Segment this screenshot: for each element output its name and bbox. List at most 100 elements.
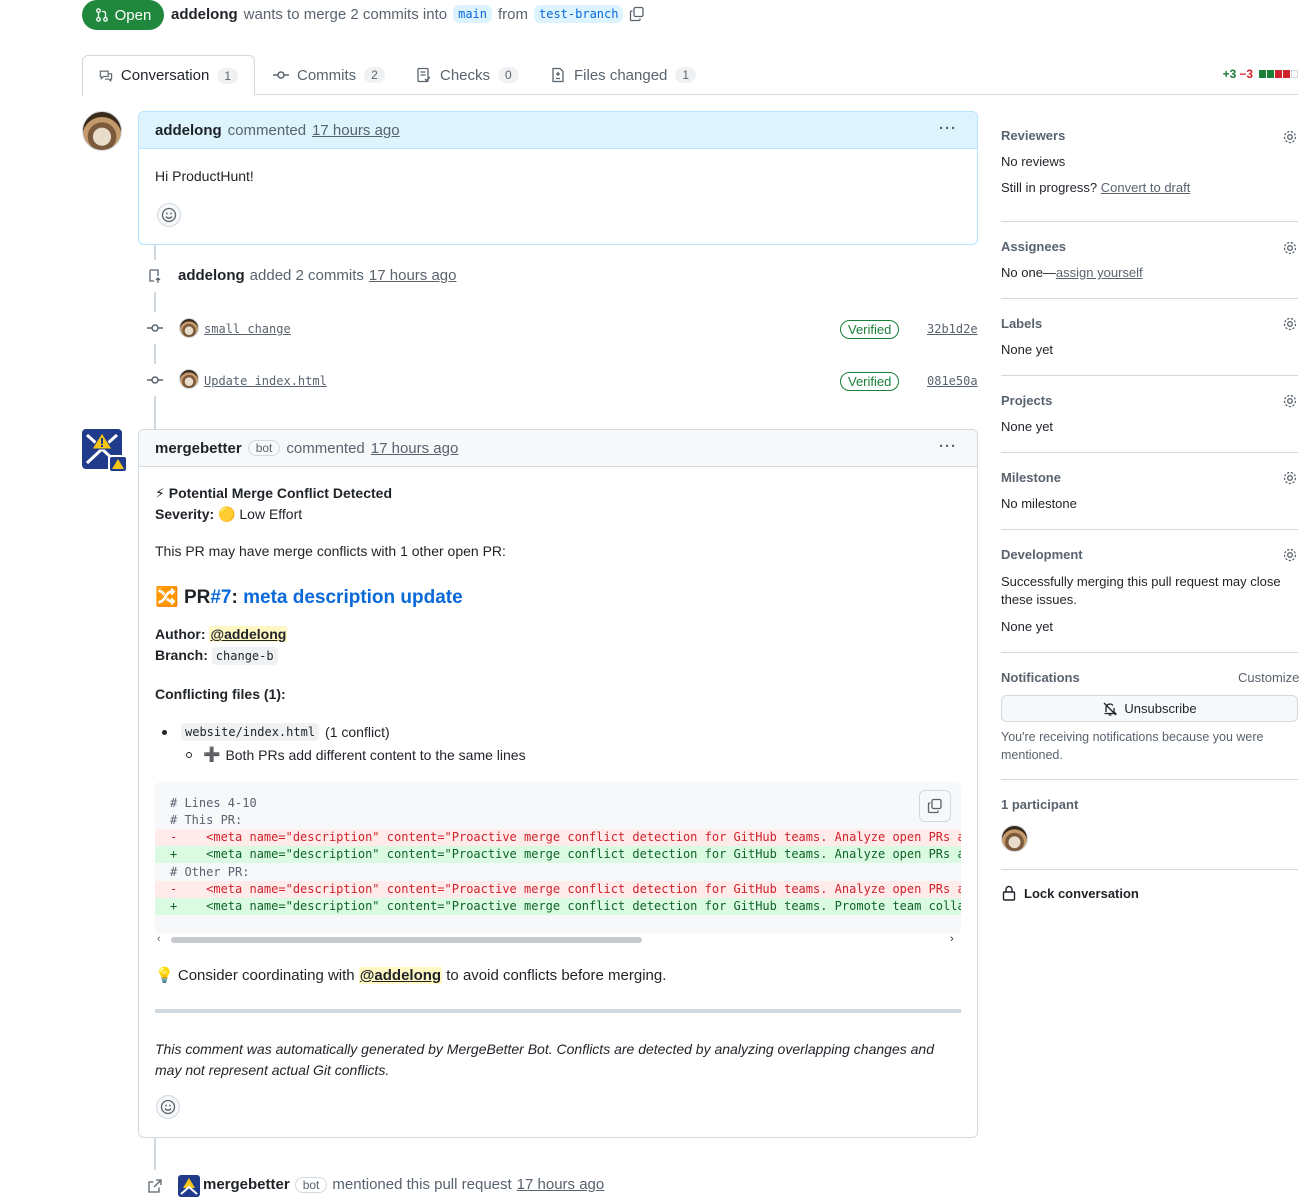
- event-timestamp[interactable]: 17 hours ago: [517, 1176, 605, 1193]
- commit-sha[interactable]: 32b1d2e: [927, 322, 978, 336]
- bot-avatar[interactable]: [82, 429, 128, 473]
- author-mention[interactable]: @addelong: [209, 626, 288, 642]
- development-title[interactable]: Development: [1001, 547, 1083, 562]
- sidebar-divider: [1001, 869, 1298, 870]
- horizontal-rule: [155, 1009, 961, 1013]
- assignees-value: No one—assign yourself: [1001, 265, 1143, 280]
- repo-push-icon: [139, 260, 171, 292]
- event-author[interactable]: mergebetter: [203, 1176, 290, 1193]
- diffstat-block-neutral: [1291, 70, 1298, 78]
- scroll-left-icon[interactable]: ‹: [157, 933, 161, 945]
- base-branch[interactable]: main: [453, 5, 492, 23]
- add-reaction-button[interactable]: [157, 203, 181, 227]
- tab-files-changed[interactable]: Files changed 1: [534, 55, 712, 95]
- pr-summary-text: wants to merge 2 commits into: [243, 5, 448, 23]
- gear-icon[interactable]: [1282, 316, 1298, 332]
- conflict-sub-item: ➕ Both PRs add different content to the …: [186, 746, 526, 763]
- commit-sha[interactable]: 081e50a: [927, 374, 978, 388]
- lock-conversation-button[interactable]: Lock conversation: [1002, 885, 1139, 901]
- kebab-menu-icon[interactable]: ···: [939, 120, 957, 137]
- participant-avatar[interactable]: [1001, 825, 1028, 852]
- conflict-title: ⚡ Potential Merge Conflict Detected: [155, 485, 392, 502]
- comment-action: commented: [286, 439, 365, 457]
- commit-message[interactable]: Update index.html: [204, 374, 327, 388]
- horizontal-scrollbar[interactable]: [171, 937, 642, 943]
- tip-line: 💡 Consider coordinating with @addelong t…: [155, 966, 666, 984]
- gear-icon[interactable]: [1282, 240, 1298, 256]
- author-label: Author:: [155, 626, 206, 642]
- diffstat-block-add: [1267, 70, 1274, 78]
- comment-body: Hi ProductHunt!: [155, 168, 254, 184]
- file-diff-icon: [552, 67, 564, 83]
- pr-number-link[interactable]: #7: [210, 587, 231, 608]
- tab-commits[interactable]: Commits 2: [257, 55, 401, 95]
- code-line-added: + <meta name="description" content="Proa…: [155, 898, 961, 915]
- checklist-icon: [417, 67, 431, 83]
- sidebar-divider: [1001, 779, 1298, 780]
- event-timestamp[interactable]: 17 hours ago: [369, 267, 457, 284]
- convert-to-draft-link[interactable]: Convert to draft: [1101, 180, 1191, 195]
- scroll-right-icon[interactable]: ›: [950, 933, 954, 945]
- diffstat-block-add: [1259, 70, 1266, 78]
- customize-link[interactable]: Customize: [1238, 670, 1299, 685]
- copy-icon: [927, 798, 942, 814]
- assign-yourself-link[interactable]: assign yourself: [1056, 265, 1143, 280]
- from-text: from: [498, 5, 528, 23]
- verified-badge[interactable]: Verified: [840, 320, 900, 339]
- event-action: mentioned this pull request: [332, 1176, 512, 1193]
- commit-message[interactable]: small change: [204, 322, 291, 336]
- pr-state-badge: Open: [82, 0, 164, 30]
- avatar[interactable]: [82, 111, 122, 151]
- gear-icon[interactable]: [1282, 129, 1298, 145]
- bot-avatar-small[interactable]: [178, 1175, 200, 1197]
- reviewers-title[interactable]: Reviewers: [1001, 128, 1065, 143]
- conflicting-files-title: Conflicting files (1):: [155, 686, 286, 702]
- tab-label: Checks: [440, 66, 491, 84]
- pr-title-link[interactable]: meta description update: [243, 587, 463, 608]
- assignees-title[interactable]: Assignees: [1001, 239, 1066, 254]
- verified-badge[interactable]: Verified: [840, 372, 900, 391]
- comment-timestamp[interactable]: 17 hours ago: [371, 440, 459, 457]
- add-reaction-button[interactable]: [156, 1095, 180, 1119]
- projects-title[interactable]: Projects: [1001, 393, 1052, 408]
- draft-prefix: Still in progress?: [1001, 180, 1098, 195]
- gear-icon[interactable]: [1282, 470, 1298, 486]
- pr-author-line: Author: @addelong: [155, 626, 288, 642]
- head-branch[interactable]: test-branch: [534, 5, 624, 23]
- unsubscribe-button[interactable]: Unsubscribe: [1001, 695, 1298, 722]
- gear-icon[interactable]: [1282, 547, 1298, 563]
- conflict-file-item: website/index.html (1 conflict): [162, 723, 390, 741]
- commit-avatar[interactable]: [179, 369, 199, 389]
- sidebar-divider: [1001, 221, 1298, 222]
- tab-conversation[interactable]: Conversation 1: [82, 55, 255, 96]
- code-block: # Lines 4-10 # This PR: - <meta name="de…: [155, 782, 961, 934]
- unsubscribe-label: Unsubscribe: [1124, 701, 1197, 716]
- sidebar-divider: [1001, 298, 1298, 299]
- smiley-icon: [160, 1099, 176, 1115]
- milestone-title[interactable]: Milestone: [1001, 470, 1061, 485]
- diffstat-deletions: −3: [1239, 67, 1253, 81]
- event-author[interactable]: addelong: [178, 267, 245, 284]
- milestone-value: No milestone: [1001, 496, 1077, 511]
- pr-branch-line: Branch: change-b: [155, 647, 278, 665]
- copy-icon[interactable]: [629, 6, 645, 22]
- code-line-deleted: - <meta name="description" content="Proa…: [155, 881, 961, 898]
- tab-checks[interactable]: Checks 0: [400, 55, 535, 95]
- event-action: added 2 commits: [249, 267, 364, 284]
- labels-title[interactable]: Labels: [1001, 316, 1042, 331]
- comment-timestamp[interactable]: 17 hours ago: [312, 122, 400, 139]
- comment-author[interactable]: addelong: [155, 122, 222, 139]
- assignees-prefix: No one—: [1001, 265, 1056, 280]
- code-line: # This PR:: [170, 813, 243, 827]
- severity-label: Severity:: [155, 506, 215, 522]
- pr-author-link[interactable]: addelong: [171, 6, 238, 23]
- tip-mention[interactable]: @addelong: [358, 967, 443, 984]
- pr-colon: :: [231, 587, 238, 608]
- commit-avatar[interactable]: [179, 318, 199, 338]
- kebab-menu-icon[interactable]: ···: [939, 438, 957, 455]
- gear-icon[interactable]: [1282, 393, 1298, 409]
- file-name-code: website/index.html: [181, 723, 320, 741]
- comment-author[interactable]: mergebetter: [155, 440, 242, 457]
- pr-header-summary: addelong wants to merge 2 commits into m…: [171, 5, 645, 23]
- copy-code-button[interactable]: [919, 790, 951, 822]
